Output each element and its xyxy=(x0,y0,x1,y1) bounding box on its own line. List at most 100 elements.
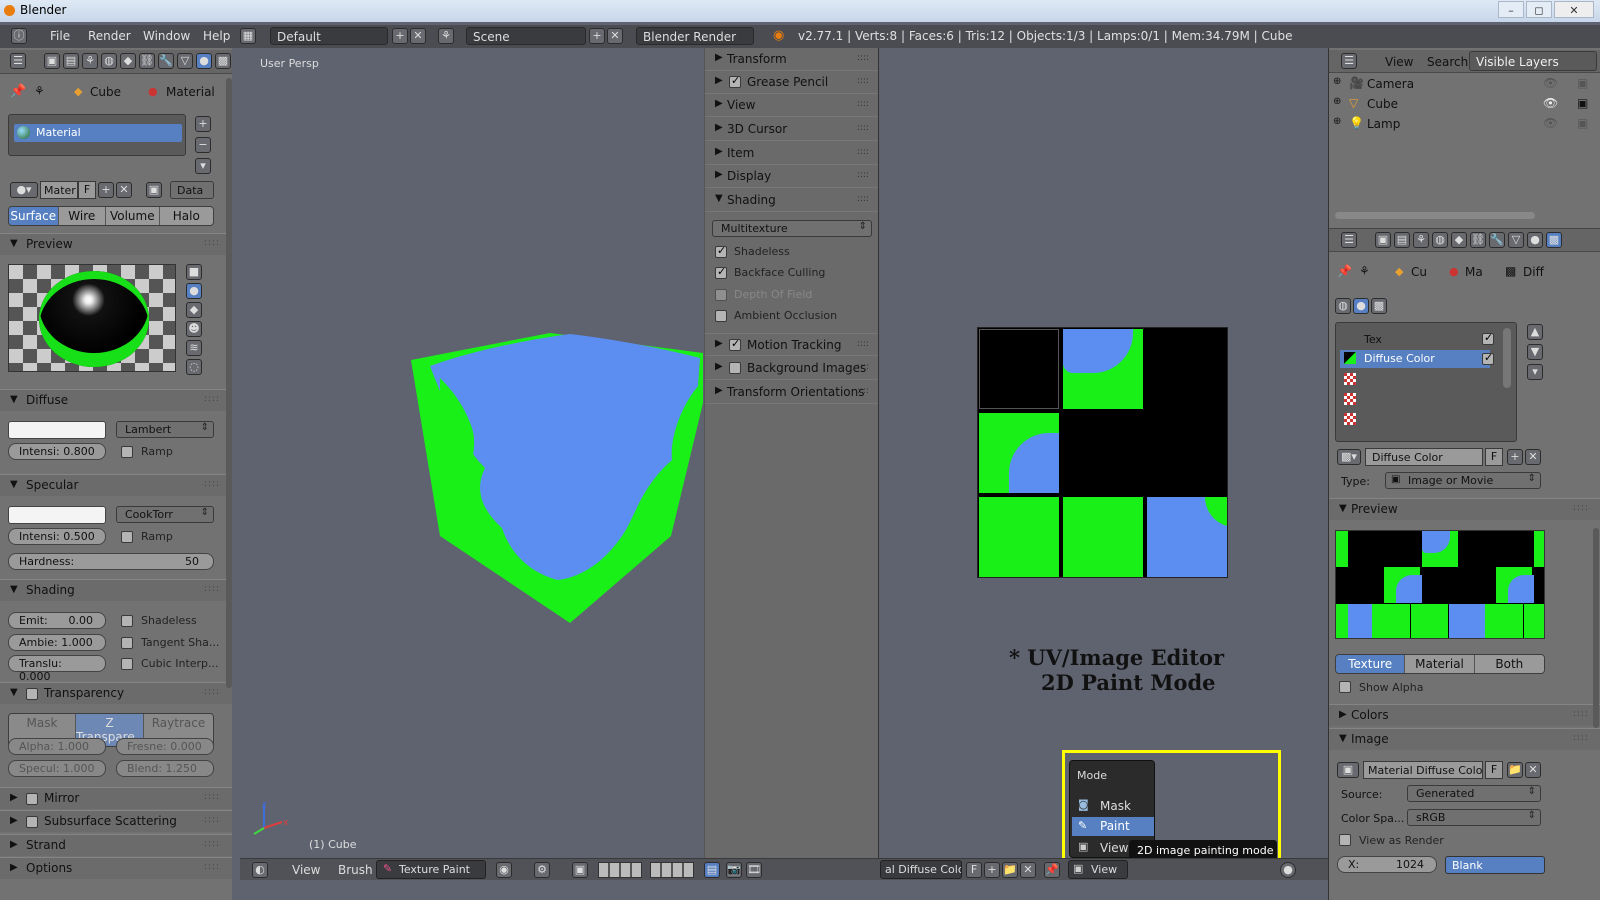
shading-section-header[interactable]: ▼ Shading:::: xyxy=(0,579,232,601)
outliner-item-camera[interactable]: ⊕ 🎥 Camera 👁 ▣ xyxy=(1329,74,1600,94)
tab-halo[interactable]: Halo xyxy=(159,207,213,225)
options-section-header[interactable]: ▶ Options:::: xyxy=(0,857,232,879)
image-browse-icon[interactable]: ▣ xyxy=(1337,762,1359,778)
delete-screen-icon[interactable]: ✕ xyxy=(410,28,426,44)
cube-render-icon[interactable]: ▣ xyxy=(1577,96,1588,110)
menu-window[interactable]: Window xyxy=(143,29,190,43)
transparency-checkbox[interactable] xyxy=(26,688,38,700)
specular-shader-dropdown[interactable]: CookTorr xyxy=(116,506,214,523)
preview-hair-icon[interactable]: ≋ xyxy=(186,340,202,356)
unlink-material-button[interactable]: ✕ xyxy=(116,182,132,198)
background-images-checkbox[interactable] xyxy=(729,362,741,374)
unlink-texture-button[interactable]: ✕ xyxy=(1525,449,1541,465)
outliner-filter-dropdown[interactable]: Visible Layers xyxy=(1469,51,1597,71)
info-editor-icon[interactable]: ⓘ xyxy=(11,28,27,44)
source-dropdown[interactable]: Generated xyxy=(1407,785,1541,802)
n-panel-item[interactable]: ▶ Item:::: xyxy=(705,142,879,165)
slot-diffuse-checkbox[interactable] xyxy=(1482,351,1494,365)
preview-flat-icon[interactable]: ■ xyxy=(186,264,202,280)
new-material-button[interactable]: + xyxy=(98,182,114,198)
cube-visibility-icon[interactable]: 👁 xyxy=(1543,96,1558,110)
minimize-button[interactable]: – xyxy=(1498,1,1524,18)
slot-move-up-button[interactable]: ▲ xyxy=(1527,324,1543,340)
hardness-field[interactable]: Hardness: 50 xyxy=(8,553,214,570)
image-datablock-field[interactable]: Material Diffuse Color xyxy=(1363,761,1483,779)
diffuse-section-header[interactable]: ▼ Diffuse:::: xyxy=(0,389,232,411)
fresnel-field[interactable]: Fresne: 0.000 xyxy=(116,738,214,755)
scene-icon[interactable]: ⚘ xyxy=(438,28,454,44)
mirror-checkbox[interactable] xyxy=(26,793,38,805)
scene-tab-icon[interactable]: ⚘ xyxy=(82,53,98,69)
tab-volume[interactable]: Volume xyxy=(106,207,160,225)
preview-texture-tab[interactable]: Texture xyxy=(1336,655,1406,673)
mode-paint-item[interactable]: ✎ Paint xyxy=(1072,817,1154,836)
screen-layout-field[interactable]: Default xyxy=(270,27,388,45)
image-fake-user2-button[interactable]: F xyxy=(1485,761,1503,779)
specular-intensity-field[interactable]: Intensi: 0.500 xyxy=(8,528,106,545)
render-preview-icon[interactable]: 📷 xyxy=(726,862,742,878)
alpha-field[interactable]: Alpha: 1.000 xyxy=(8,738,106,755)
scene-tab2-icon[interactable]: ⚘ xyxy=(1413,232,1429,248)
material-name-field[interactable]: Mater xyxy=(40,181,78,199)
viewport-shading-dropdown[interactable]: Multitexture xyxy=(712,220,872,237)
texture-tab2-icon[interactable]: ▩ xyxy=(1546,232,1562,248)
image-fake-user-button[interactable]: F xyxy=(966,862,982,878)
specular-alpha-field[interactable]: Specul: 1.000 xyxy=(8,760,106,777)
link-data-dropdown[interactable]: Data xyxy=(170,181,214,199)
world-tab-icon[interactable]: ◍ xyxy=(101,53,117,69)
n-panel-view[interactable]: ▶ View:::: xyxy=(705,94,879,117)
ambient-occlusion-checkbox[interactable] xyxy=(715,310,727,322)
texture-preview-header[interactable]: ▼ Preview:::: xyxy=(1329,498,1600,520)
world-texture-icon[interactable]: ◍ xyxy=(1335,298,1351,314)
diffuse-shader-dropdown[interactable]: Lambert xyxy=(116,421,214,438)
shading-mode-icon[interactable]: ◉ xyxy=(496,862,512,878)
screen-layout-icon[interactable]: ▦ xyxy=(240,28,256,44)
open-image-icon[interactable]: 📁 xyxy=(1002,862,1018,878)
layer-buttons-2[interactable] xyxy=(650,862,694,878)
slot-diffuse-color[interactable]: Diffuse Color xyxy=(1340,350,1490,368)
slot-tex-label[interactable]: Tex xyxy=(1364,333,1382,346)
close-button[interactable]: ✕ xyxy=(1554,1,1594,18)
empty-slot-icon[interactable] xyxy=(1344,393,1356,405)
n-panel-3d-cursor[interactable]: ▶ 3D Cursor:::: xyxy=(705,118,879,141)
pivot-icon[interactable]: ⚙ xyxy=(534,862,550,878)
maximize-button[interactable]: ◻ xyxy=(1526,1,1552,18)
shadeless-checkbox[interactable] xyxy=(121,615,133,627)
viewport-menu-view[interactable]: View xyxy=(292,863,320,877)
ambient-field[interactable]: Ambie: 1.000 xyxy=(8,634,106,651)
n-panel-shading[interactable]: ▼ Shading:::: xyxy=(705,189,879,212)
viewport-menu-brush[interactable]: Brush xyxy=(338,863,373,877)
texture-fake-user-button[interactable]: F xyxy=(1485,448,1503,466)
n-panel-grease-pencil[interactable]: ▶Grease Pencil:::: xyxy=(705,71,879,94)
fake-user-button[interactable]: F xyxy=(78,181,96,199)
n-panel-display[interactable]: ▶ Display:::: xyxy=(705,165,879,188)
texture-tab-icon[interactable]: ▩ xyxy=(215,53,231,69)
add-scene-icon[interactable]: + xyxy=(589,28,605,44)
material-slot-item[interactable]: Material xyxy=(14,124,182,142)
unlink-image2-button[interactable]: ✕ xyxy=(1525,762,1541,778)
view3d-editor-icon[interactable]: ◐ xyxy=(252,862,268,878)
preview-monkey-icon[interactable]: ☻ xyxy=(186,321,202,337)
lock-camera-icon[interactable]: ▤ xyxy=(704,862,720,878)
sss-checkbox[interactable] xyxy=(26,816,38,828)
diffuse-ramp-checkbox[interactable] xyxy=(121,446,133,458)
show-alpha-checkbox[interactable] xyxy=(1339,681,1351,693)
properties2-editor-icon[interactable]: ☰ xyxy=(1341,232,1357,248)
view-as-render-checkbox[interactable] xyxy=(1339,834,1351,846)
colorspace-dropdown[interactable]: sRGB xyxy=(1407,809,1541,826)
pin2-icon[interactable]: 📌 xyxy=(1337,264,1352,278)
emit-field[interactable]: Emit: 0.00 xyxy=(8,612,106,629)
outliner-scrollbar[interactable] xyxy=(1335,212,1535,219)
layers-tab2-icon[interactable]: ▤ xyxy=(1394,232,1410,248)
render-tab-icon[interactable]: ▣ xyxy=(44,53,60,69)
texture-image-header[interactable]: ▼ Image:::: xyxy=(1329,728,1600,750)
outliner-tab-search[interactable]: Search xyxy=(1427,55,1468,69)
translucency-field[interactable]: Translu: 0.000 xyxy=(8,655,106,683)
outliner-item-lamp[interactable]: ⊕ 💡 Lamp 👁 ▣ xyxy=(1329,114,1600,134)
unlink-image-button[interactable]: ✕ xyxy=(1020,862,1036,878)
outliner-editor-icon[interactable]: ☰ xyxy=(1341,53,1357,69)
preview-material-tab[interactable]: Material xyxy=(1405,655,1475,673)
specular-section-header[interactable]: ▼ Specular:::: xyxy=(0,474,232,496)
specular-color-swatch[interactable] xyxy=(8,506,106,524)
material-browse-icon[interactable]: ●▾ xyxy=(10,182,38,198)
